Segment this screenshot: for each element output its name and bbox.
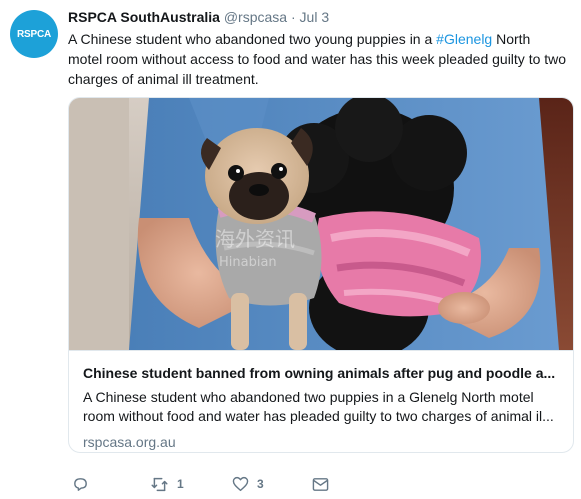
header-separator: ·: [290, 9, 296, 25]
like-count: 3: [257, 477, 264, 491]
tweet-text-before: A Chinese student who abandoned two youn…: [68, 31, 437, 47]
tweet-actions: 1 3: [72, 474, 372, 494]
card-image[interactable]: 海外资讯 Hinabian: [69, 98, 573, 350]
tweet: RSPCA RSPCA SouthAustralia @rspcasa · Ju…: [0, 0, 581, 499]
tweet-header: RSPCA SouthAustralia @rspcasa · Jul 3: [68, 8, 329, 26]
author-name[interactable]: RSPCA SouthAustralia: [68, 9, 220, 25]
envelope-icon: [312, 477, 329, 492]
avatar[interactable]: RSPCA: [10, 10, 58, 58]
card-domain: rspcasa.org.au: [83, 434, 176, 450]
heart-icon: [232, 476, 249, 492]
card-info[interactable]: Chinese student banned from owning anima…: [69, 350, 573, 452]
author-handle[interactable]: @rspcasa: [224, 9, 287, 25]
watermark-cn: 海外资讯: [215, 227, 295, 251]
like-button[interactable]: 3: [232, 474, 264, 494]
hashtag-link[interactable]: #Glenelg: [436, 31, 492, 47]
watermark-en: Hinabian: [219, 255, 277, 270]
tweet-date[interactable]: Jul 3: [300, 9, 330, 25]
link-card[interactable]: 海外资讯 Hinabian Chinese student banned fro…: [68, 97, 574, 453]
retweet-icon: [150, 476, 169, 493]
direct-message-button[interactable]: [312, 474, 329, 494]
reply-icon: [72, 476, 89, 493]
tweet-text: A Chinese student who abandoned two youn…: [68, 29, 568, 89]
retweet-count: 1: [177, 477, 184, 491]
reply-button[interactable]: [72, 474, 89, 494]
avatar-logo-text: RSPCA: [16, 28, 51, 40]
card-title[interactable]: Chinese student banned from owning anima…: [83, 364, 559, 382]
card-description: A Chinese student who abandoned two pupp…: [83, 389, 554, 424]
card-photo-puppies: 海外资讯 Hinabian: [69, 98, 573, 350]
retweet-button[interactable]: 1: [150, 474, 184, 494]
